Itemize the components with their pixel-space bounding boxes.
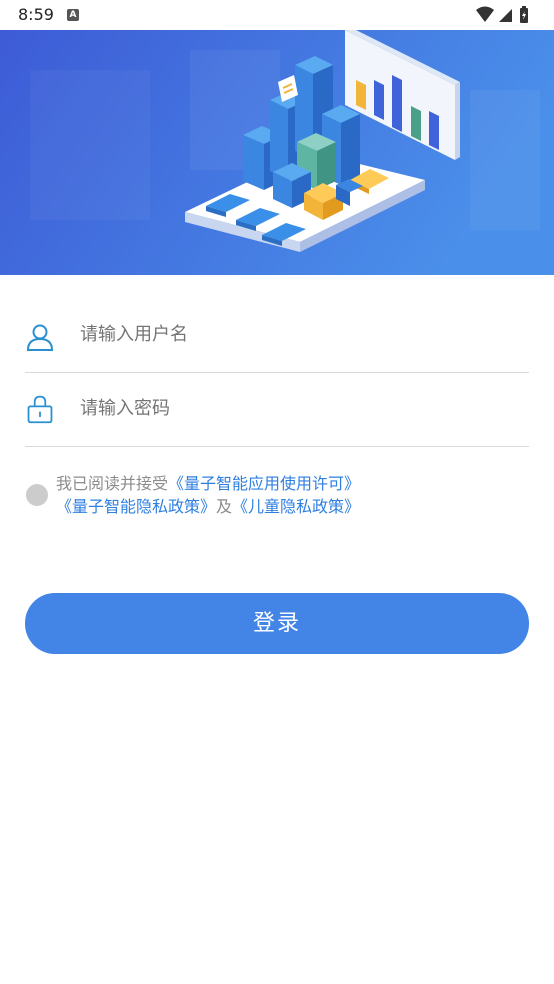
agreement-prefix: 我已阅读并接受 bbox=[56, 474, 169, 493]
banner bbox=[0, 30, 554, 275]
user-icon bbox=[26, 324, 54, 351]
agreement-checkbox[interactable] bbox=[26, 484, 48, 506]
signal-icon bbox=[499, 9, 512, 22]
password-field[interactable] bbox=[25, 374, 529, 447]
lock-icon bbox=[27, 395, 53, 424]
text-notification-icon: A bbox=[67, 9, 79, 21]
password-input[interactable] bbox=[80, 398, 500, 419]
status-time: 8:59 bbox=[18, 5, 54, 24]
data-analytics-illustration bbox=[0, 30, 554, 275]
status-bar: 8:59 A bbox=[0, 0, 554, 30]
child-privacy-link[interactable]: 《儿童隐私政策》 bbox=[232, 497, 360, 516]
privacy-policy-link[interactable]: 《量子智能隐私政策》 bbox=[56, 497, 216, 516]
wifi-icon bbox=[476, 6, 494, 22]
username-field[interactable] bbox=[25, 300, 529, 373]
login-button[interactable]: 登录 bbox=[25, 593, 529, 654]
username-input[interactable] bbox=[80, 324, 500, 345]
license-link[interactable]: 《量子智能应用使用许可》 bbox=[168, 474, 360, 493]
agreement-connector: 及 bbox=[216, 497, 233, 516]
agreement-line-2: 《量子智能隐私政策》及《儿童隐私政策》 bbox=[56, 496, 360, 518]
battery-icon bbox=[520, 6, 528, 23]
agreement-line-1: 我已阅读并接受《量子智能应用使用许可》 bbox=[56, 473, 360, 495]
status-icons bbox=[476, 6, 528, 23]
